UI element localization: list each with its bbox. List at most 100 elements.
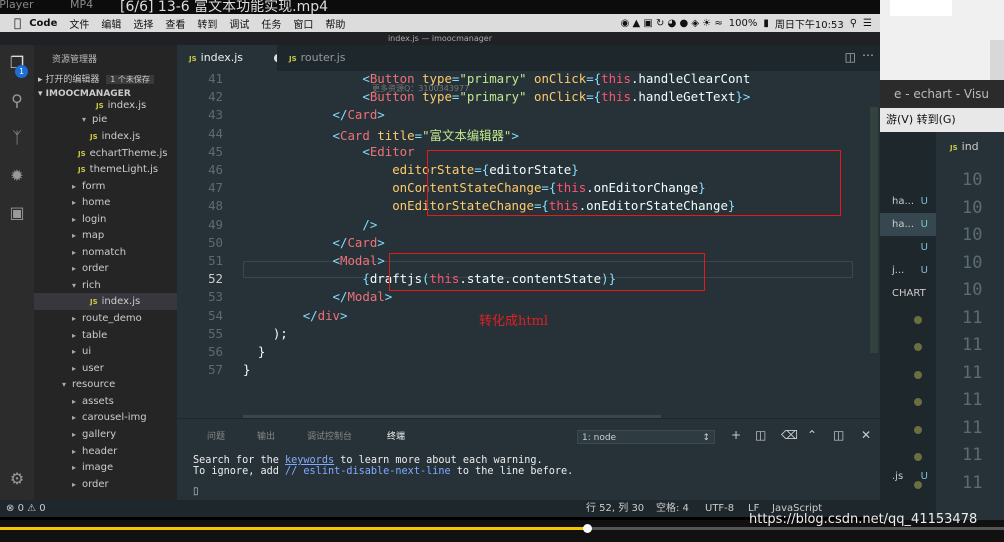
code-line[interactable]: </div> [243,308,348,323]
background-line-number: 10 [962,170,983,190]
menu-item-goto[interactable]: 转到 [191,16,223,31]
code-token: } [257,344,266,359]
menu-item-window[interactable]: 窗口 [287,16,319,31]
code-line[interactable]: ); [243,326,288,341]
tab-problems[interactable]: 问题 [207,429,225,442]
folder-tree-item[interactable]: ▸ login [34,211,177,228]
chevron-right-icon: ▸ [72,430,77,439]
folder-tree-item[interactable]: ▸ header [34,443,177,460]
chevron-right-icon: ▸ [72,264,77,273]
menubar-clock[interactable]: 周日下午10:53 [775,16,844,31]
folder-tree-item[interactable]: ▸ nomatch [34,244,177,261]
open-editors-header[interactable]: ▸ 打开的编辑器 1 个未保存 [38,72,154,85]
file-tree-item[interactable]: JS index.js [34,293,177,310]
chevron-up-icon[interactable]: ⌃ [807,428,817,442]
code-line[interactable]: } [243,344,265,359]
search-icon[interactable]: ⚲ [7,91,27,111]
folder-tree-item[interactable]: ▸ table [34,327,177,344]
breakpoint-dot-icon [914,425,922,434]
list-icon[interactable]: ☰ [863,18,872,29]
code-token: "富文本编辑器" [422,127,512,143]
folder-tree-item[interactable]: ▸ ui [34,343,177,360]
code-line[interactable]: } [243,362,250,377]
search-icon[interactable]: ⚲ [850,18,857,29]
folder-tree-item[interactable]: ▸ user [34,360,177,377]
gear-icon[interactable]: ⚙ [7,469,27,489]
code-token: </ [332,289,348,305]
tab-debug-console[interactable]: 调试控制台 [307,429,352,442]
folder-tree-item[interactable]: ▸ map [34,227,177,244]
indentation[interactable]: 空格: 4 [656,500,689,517]
annotation-box-editor-props [427,150,841,216]
menu-item-view[interactable]: 查看 [159,16,191,31]
debug-icon[interactable]: ✹ [7,166,27,186]
menu-app-name[interactable]: Code [27,18,63,29]
folder-tree-item[interactable]: ▸ carousel-img [34,409,177,426]
cursor-position[interactable]: 行 52, 列 30 [586,500,644,517]
source-control-icon[interactable]: ᛉ [7,128,27,148]
terminal-output[interactable]: Search for the keywords to learn more ab… [193,455,573,477]
maximize-icon[interactable]: ◫ [833,428,844,442]
git-status-badge: U [920,219,928,230]
tab-index-js[interactable]: JSindex.js ● [177,45,283,71]
folder-tree-item[interactable]: ▸ image [34,459,177,476]
menu-item-select[interactable]: 选择 [127,16,159,31]
file-tree-item[interactable]: JS index.js [34,128,177,145]
code-line[interactable]: </Card> [243,107,385,122]
encoding[interactable]: UTF-8 [705,500,734,517]
video-progress-bar[interactable] [0,524,1004,533]
folder-tree-item[interactable]: ▸ order [34,476,177,493]
code-line[interactable]: <Button type="primary" onClick={this.han… [243,71,750,86]
menu-item-help[interactable]: 帮助 [319,16,351,31]
code-line[interactable]: <Modal> [243,253,385,268]
file-tree-item[interactable]: JS themeLight.js [34,161,177,178]
folder-tree-item[interactable]: ▸ order [34,260,177,277]
player-format: MP4 [70,0,94,11]
apple-icon[interactable]:  [0,16,27,30]
extensions-icon[interactable]: ▣ [7,203,27,223]
plus-icon[interactable]: + [731,428,741,442]
chevron-down-icon: ▾ [82,115,87,124]
code-line[interactable]: </Modal> [243,289,393,305]
git-status-badge: U [920,242,928,253]
menu-item-file[interactable]: 文件 [63,16,95,31]
problems-status[interactable]: ⊗ 0 ⚠ 0 [6,500,46,517]
folder-tree-item[interactable]: ▾ rich [34,277,177,294]
tab-router-js[interactable]: JS router.js [277,45,377,71]
tab-terminal[interactable]: 终端 [387,429,405,442]
code-line[interactable]: <Editor [243,144,414,159]
folder-tree-item[interactable]: ▸ form [34,178,177,195]
split-terminal-icon[interactable]: ◫ [755,428,766,442]
folder-tree-item[interactable]: ▸ route_demo [34,310,177,327]
terminal-text: Search for the [193,455,286,466]
background-window-menu: 游(V) 转到(G) [880,108,1004,132]
code-line[interactable]: /> [243,217,377,232]
code-token: onClick [533,89,587,105]
terminal-select[interactable]: 1: node ↕ [577,430,715,444]
folder-tree-item[interactable]: ▸ home [34,194,177,211]
tab-output[interactable]: 输出 [257,429,275,442]
code-line[interactable]: <Card title="富文本编辑器"> [243,126,519,144]
code-area[interactable]: 41 <Button type="primary" onClick={this.… [177,71,880,418]
code-line[interactable]: </Card> [243,235,385,250]
file-tree-item[interactable]: JS echartTheme.js [34,145,177,162]
menu-item-edit[interactable]: 编辑 [95,16,127,31]
vertical-scrollbar[interactable] [870,107,878,353]
chevron-right-icon: ▸ [72,198,77,207]
folder-tree-item[interactable]: ▸ assets [34,393,177,410]
background-file-label: ha... [892,219,915,230]
close-icon[interactable]: ✕ [861,428,871,442]
battery-icon[interactable]: ▮ [763,18,769,29]
chevron-right-icon: ▸ [72,248,77,257]
code-line[interactable]: <Button type="primary" onClick={this.han… [243,89,750,104]
trash-icon[interactable]: ⌫ [781,428,798,442]
menu-item-tasks[interactable]: 任务 [255,16,287,31]
more-icon[interactable]: ⋯ [862,48,874,62]
folder-tree-item[interactable]: ▾ pie [34,111,177,128]
folder-tree-item[interactable]: ▾ resource [34,376,177,393]
menu-item-debug[interactable]: 调试 [223,16,255,31]
split-editor-icon[interactable]: ◫ [845,50,856,64]
status-icons[interactable]: ◉ ▲ ▣ ↻ ◕ ● ◈ ☀ ≈ [621,18,723,29]
folder-tree-item[interactable]: ▸ gallery [34,426,177,443]
